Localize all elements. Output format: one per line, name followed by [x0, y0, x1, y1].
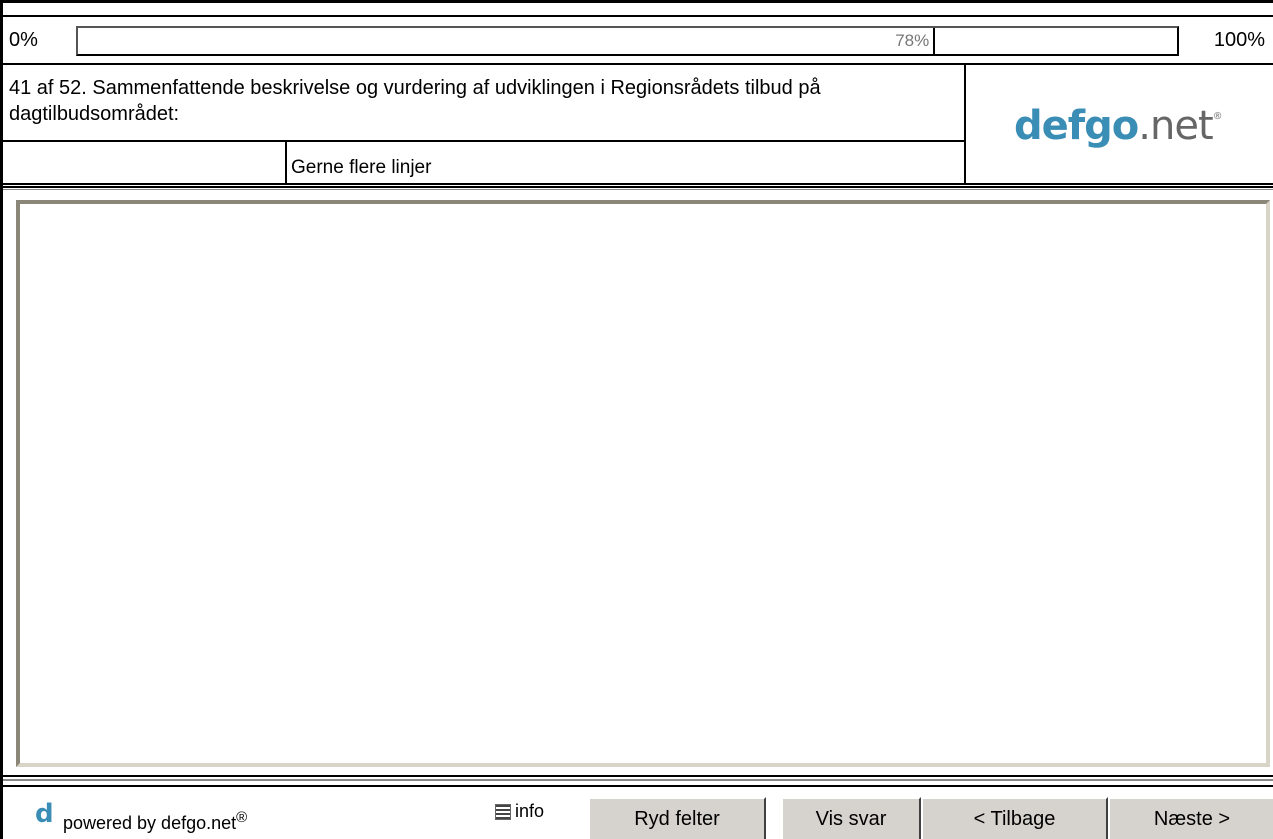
- progress-bar: 78%: [76, 26, 1179, 56]
- progress-bar-fill: 78%: [78, 28, 936, 54]
- progress-end-label: 100%: [1213, 29, 1265, 51]
- next-button[interactable]: Næste >: [1108, 797, 1273, 839]
- logo-part-net: .net: [1138, 103, 1213, 149]
- defgo-d-icon: d: [35, 799, 54, 829]
- logo-box: defgo.net®: [966, 65, 1273, 185]
- info-label: info: [515, 801, 545, 821]
- progress-row: 0% 78% 100%: [3, 15, 1273, 65]
- answer-textarea[interactable]: [16, 200, 1270, 767]
- progress-start-label: 0%: [9, 29, 38, 51]
- info-link[interactable]: info: [495, 801, 544, 822]
- back-button[interactable]: < Tilbage: [921, 797, 1108, 839]
- hint-spacer-cell: [3, 142, 287, 185]
- logo-part-defgo: defgo: [1014, 103, 1139, 149]
- clear-fields-button[interactable]: Ryd felter: [588, 797, 766, 839]
- logo-registered-mark: ®: [1212, 111, 1223, 122]
- progress-value-label: 78%: [895, 31, 930, 50]
- hint-cell: Gerne flere linjer: [287, 142, 966, 185]
- powered-by-registered: ®: [236, 809, 248, 826]
- question-hint: Gerne flere linjer: [291, 157, 432, 178]
- defgo-logo: defgo.net®: [1014, 103, 1223, 149]
- powered-by-label: powered by defgo.net: [63, 813, 237, 833]
- powered-by-text[interactable]: powered by defgo.net®: [63, 809, 247, 834]
- divider-bottom: [3, 775, 1273, 781]
- question-box: 41 af 52. Sammenfattende beskrivelse og …: [3, 65, 966, 142]
- show-answers-button[interactable]: Vis svar: [781, 797, 921, 839]
- footer: d powered by defgo.net® info Ryd felter …: [3, 785, 1273, 839]
- divider-top: [3, 186, 1273, 190]
- question-text: 41 af 52. Sammenfattende beskrivelse og …: [9, 77, 821, 125]
- info-icon: [495, 803, 511, 820]
